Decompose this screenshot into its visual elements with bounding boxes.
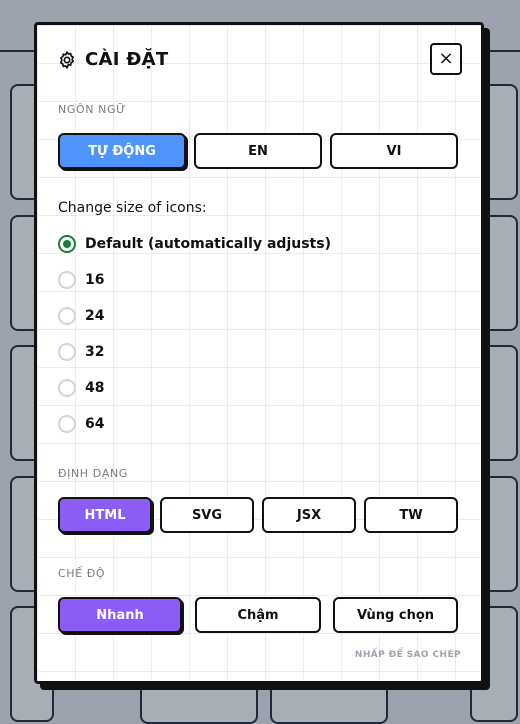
mode-option-slow[interactable]: Chậm xyxy=(195,597,321,633)
icon-size-label: 48 xyxy=(85,380,105,396)
icon-size-option-48[interactable]: 48 xyxy=(58,379,104,397)
language-option-en[interactable]: EN xyxy=(194,133,322,169)
settings-dialog: CÀI ĐẶT × NGÔN NGỮ TỰ ĐỘNG EN VI Change … xyxy=(34,22,484,684)
radio[interactable] xyxy=(58,343,76,361)
icon-size-question: Change size of icons: xyxy=(58,200,207,216)
icon-size-option-default[interactable]: Default (automatically adjusts) xyxy=(58,235,331,253)
icon-size-label: Default (automatically adjusts) xyxy=(85,236,331,252)
format-option-html[interactable]: HTML xyxy=(58,497,152,533)
icon-size-label: 32 xyxy=(85,344,105,360)
icon-size-option-16[interactable]: 16 xyxy=(58,271,104,289)
format-section-label: ĐỊNH DẠNG xyxy=(58,467,128,480)
radio[interactable] xyxy=(58,415,76,433)
radio[interactable] xyxy=(58,379,76,397)
close-button[interactable]: × xyxy=(430,43,462,75)
dialog-header: CÀI ĐẶT xyxy=(57,49,169,70)
mode-section-label: CHẾ ĐỘ xyxy=(58,567,106,580)
icon-size-label: 64 xyxy=(85,416,105,432)
icon-size-option-64[interactable]: 64 xyxy=(58,415,104,433)
format-option-svg[interactable]: SVG xyxy=(160,497,254,533)
mode-option-selection[interactable]: Vùng chọn xyxy=(333,597,458,633)
radio[interactable] xyxy=(58,271,76,289)
language-section-label: NGÔN NGỮ xyxy=(58,103,127,116)
format-option-tw[interactable]: TW xyxy=(364,497,458,533)
radio[interactable] xyxy=(58,307,76,325)
format-option-jsx[interactable]: JSX xyxy=(262,497,356,533)
dialog-title: CÀI ĐẶT xyxy=(85,49,169,70)
language-option-vi[interactable]: VI xyxy=(330,133,458,169)
radio-selected[interactable] xyxy=(58,235,76,253)
gear-icon xyxy=(60,50,74,69)
close-icon: × xyxy=(438,48,454,69)
mode-option-fast[interactable]: Nhanh xyxy=(58,597,182,633)
icon-size-label: 16 xyxy=(85,272,105,288)
copy-hint: NHẤP ĐỂ SAO CHÉP xyxy=(354,650,461,660)
icon-size-option-32[interactable]: 32 xyxy=(58,343,104,361)
language-option-auto[interactable]: TỰ ĐỘNG xyxy=(58,133,186,169)
icon-size-option-24[interactable]: 24 xyxy=(58,307,104,325)
icon-size-label: 24 xyxy=(85,308,105,324)
